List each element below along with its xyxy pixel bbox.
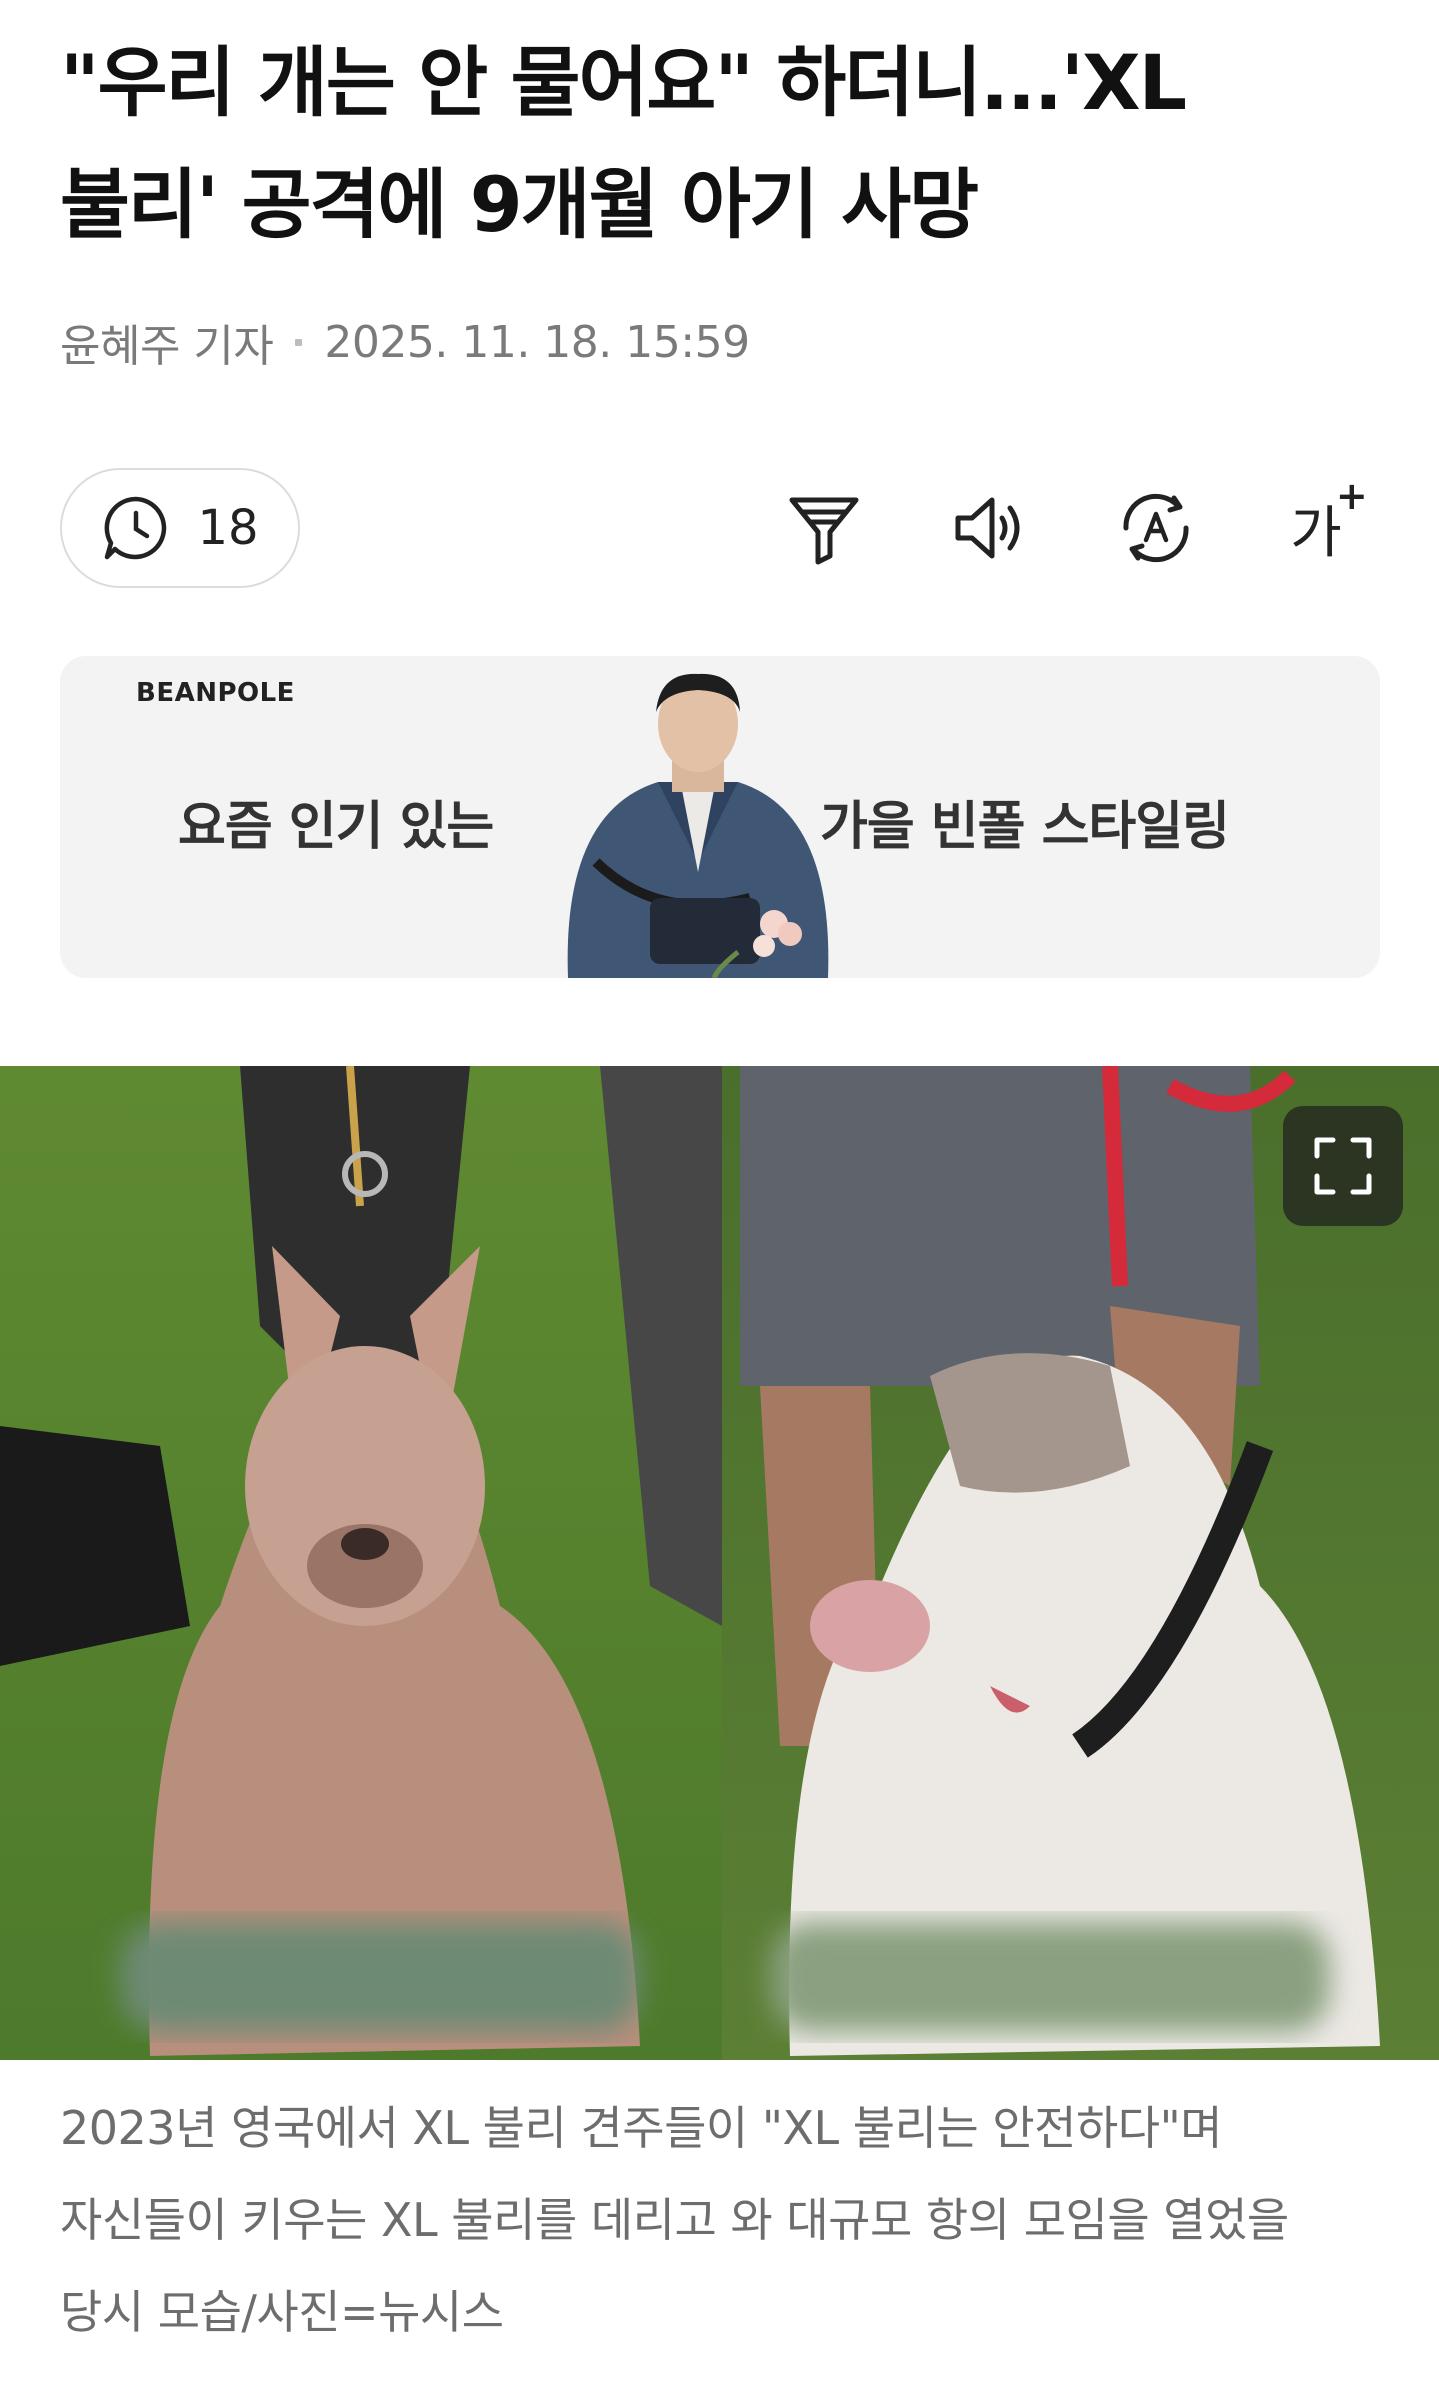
ad-brand-logo: BEANPOLE — [136, 678, 295, 708]
publish-datetime: 2025. 11. 18. 15:59 — [324, 316, 750, 368]
caption-line-3: 당시 모습/사진=뉴시스 — [60, 2285, 504, 2339]
ad-right-text: 가을 빈폴 스타일링 — [820, 797, 1230, 857]
filter-button[interactable] — [774, 478, 874, 578]
font-size-button[interactable]: 가 + — [1266, 474, 1368, 578]
article-photo[interactable] — [0, 1066, 1439, 2060]
translate-icon — [1123, 493, 1189, 563]
headline-line-2: 불리' 공격에 9개월 아기 사망 — [60, 160, 979, 249]
caption-line-1: 2023년 영국에서 XL 불리 견주들이 "XL 불리는 안전하다"며 — [60, 2101, 1223, 2155]
photo-caption: 2023년 영국에서 XL 불리 견주들이 "XL 불리는 안전하다"며 자신들… — [60, 2082, 1380, 2358]
beanpole-ad-banner[interactable]: BEANPOLE 요즘 인기 있는 가을 빈폴 스타일링 — [60, 656, 1380, 978]
ad-left-text: 요즘 인기 있는 — [178, 797, 494, 857]
caption-line-2: 자신들이 키우는 XL 불리를 데리고 와 대규모 항의 모임을 열었을 — [60, 2193, 1289, 2247]
font-size-label: 가 — [1290, 500, 1342, 566]
dogs-photo-image — [0, 1066, 1439, 2060]
comment-count: 18 — [197, 500, 259, 556]
reporter-name[interactable]: 윤혜주 기자 — [60, 310, 274, 374]
byline: 윤혜주 기자 2025. 11. 18. 15:59 — [60, 310, 750, 374]
font-size-icon: 가 + — [1290, 474, 1368, 569]
comment-button[interactable]: 18 — [60, 468, 300, 588]
filter-icon — [789, 497, 859, 565]
comment-clock-icon — [105, 496, 167, 560]
read-aloud-button[interactable] — [940, 478, 1040, 578]
ad-model-image — [567, 673, 829, 978]
font-size-plus: + — [1335, 473, 1368, 518]
speaker-icon — [955, 497, 1020, 559]
translate-button[interactable] — [1106, 478, 1206, 578]
article-headline: "우리 개는 안 물어요" 하더니...'XL 불리' 공격에 9개월 아기 사… — [60, 22, 1380, 266]
fullscreen-icon — [1314, 1137, 1372, 1195]
separator-dot — [295, 338, 303, 346]
headline-line-1: "우리 개는 안 물어요" 하더니...'XL — [60, 38, 1187, 127]
expand-photo-button[interactable] — [1283, 1106, 1403, 1226]
